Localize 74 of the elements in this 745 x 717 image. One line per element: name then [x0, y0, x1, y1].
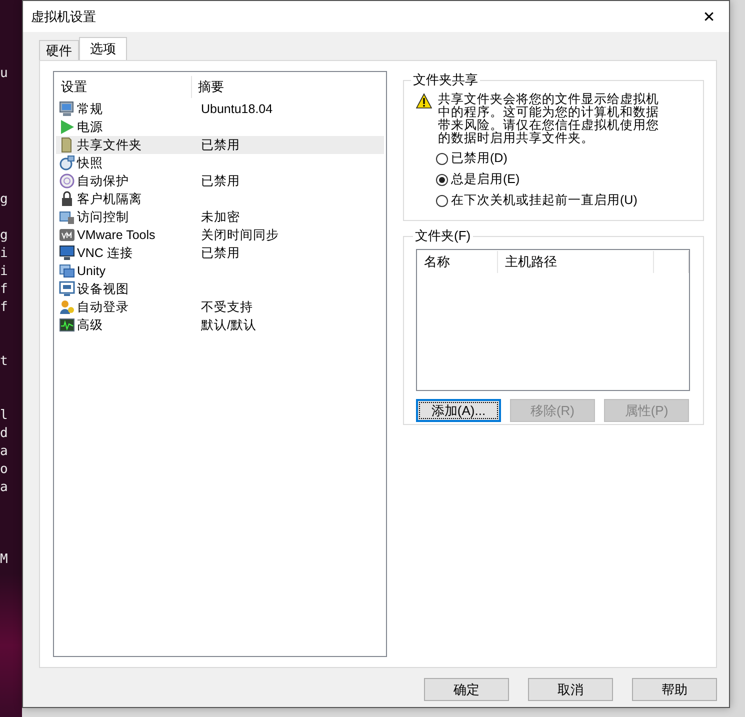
window-title: 虚拟机设置: [31, 8, 96, 26]
settings-row[interactable]: 常规 Ubuntu18.04: [56, 100, 384, 118]
column-header[interactable]: 名称: [417, 251, 498, 273]
terminal-text: u: [0, 66, 8, 82]
setting-name: VNC 连接: [77, 244, 133, 262]
dialog-button[interactable]: 取消: [528, 678, 613, 701]
warning-icon: [416, 93, 432, 109]
setting-name: 高级: [77, 316, 103, 334]
setting-summary: 已禁用: [201, 172, 240, 190]
settings-row[interactable]: 访问控制 未加密: [56, 208, 384, 226]
setting-summary: 默认/默认: [201, 316, 256, 334]
setting-name: 电源: [77, 118, 103, 136]
settings-row[interactable]: Unity: [56, 262, 384, 280]
terminal-text: g: [0, 228, 8, 244]
settings-row[interactable]: 自动保护 已禁用: [56, 172, 384, 190]
terminal-text: f: [0, 282, 8, 298]
group-title: 文件夹共享: [412, 71, 479, 89]
radio-option[interactable]: 已禁用(D): [436, 151, 693, 166]
terminal-text: i: [0, 246, 8, 262]
lock-icon: [59, 191, 75, 207]
setting-name: 自动登录: [77, 298, 129, 316]
terminal-text: M: [0, 552, 8, 568]
column-header[interactable]: 设置: [56, 76, 192, 98]
radio-option[interactable]: 总是启用(E): [436, 172, 693, 187]
group-title: 文件夹(F): [414, 227, 472, 245]
setting-summary: 已禁用: [201, 136, 240, 154]
column-header[interactable]: 主机路径: [498, 251, 654, 273]
setting-name: 设备视图: [77, 280, 129, 298]
tab[interactable]: 选项: [79, 37, 127, 60]
terminal-text: l: [0, 408, 8, 424]
setting-summary: 未加密: [201, 208, 240, 226]
terminal-text: f: [0, 300, 8, 316]
setting-name: VMware Tools: [77, 228, 156, 242]
dialog-button[interactable]: 确定: [424, 678, 509, 701]
setting-summary: 已禁用: [201, 244, 240, 262]
monitor-icon: [59, 101, 75, 117]
terminal-text: t: [0, 354, 8, 370]
settings-row[interactable]: VNC 连接 已禁用: [56, 244, 384, 262]
settings-row[interactable]: 设备视图: [56, 280, 384, 298]
terminal-text: a: [0, 480, 8, 496]
setting-summary: 关闭时间同步: [201, 226, 279, 244]
setting-name: 快照: [77, 154, 103, 172]
terminal-text: i: [0, 264, 8, 280]
terminal-text: d: [0, 426, 8, 442]
camera-icon: [59, 155, 75, 171]
terminal-text: o: [0, 462, 8, 478]
terminal-text: a: [0, 444, 8, 460]
radio-button[interactable]: [436, 174, 448, 186]
setting-name: 自动保护: [77, 172, 129, 190]
setting-summary: Ubuntu18.04: [201, 102, 273, 116]
settings-row[interactable]: 自动登录 不受支持: [56, 298, 384, 316]
settings-row[interactable]: 客户机隔离: [56, 190, 384, 208]
radio-option[interactable]: 在下次关机或挂起前一直启用(U): [436, 193, 693, 208]
settings-row[interactable]: 共享文件夹 已禁用: [56, 136, 384, 154]
dialog-button[interactable]: 帮助: [632, 678, 717, 701]
setting-name: Unity: [77, 264, 106, 278]
warning-text: 共享文件夹会将您的文件显示给虚拟机中的程序。这可能为您的计算机和数据带来风险。请仅在您信任虚拟机使用您的数据时启用共享文件夹。: [438, 93, 660, 145]
setting-name: 常规: [77, 100, 103, 118]
folder-action-button[interactable]: 添加(A)...: [416, 399, 501, 422]
vm-icon: [59, 227, 75, 243]
setting-summary: 不受支持: [201, 298, 253, 316]
radio-button[interactable]: [436, 152, 448, 164]
settings-row[interactable]: 快照: [56, 154, 384, 172]
settings-row[interactable]: VMware Tools 关闭时间同步: [56, 226, 384, 244]
settings-row[interactable]: 高级 默认/默认: [56, 316, 384, 334]
close-button[interactable]: ✕: [689, 2, 729, 32]
setting-name: 共享文件夹: [77, 136, 142, 154]
terminal-text: g: [0, 192, 8, 208]
tab[interactable]: 硬件: [39, 40, 79, 60]
radio-button[interactable]: [436, 194, 448, 206]
settings-row[interactable]: 电源: [56, 118, 384, 136]
setting-name: 访问控制: [77, 208, 129, 226]
setting-name: 客户机隔离: [77, 190, 142, 208]
column-header[interactable]: 摘要: [192, 76, 384, 98]
